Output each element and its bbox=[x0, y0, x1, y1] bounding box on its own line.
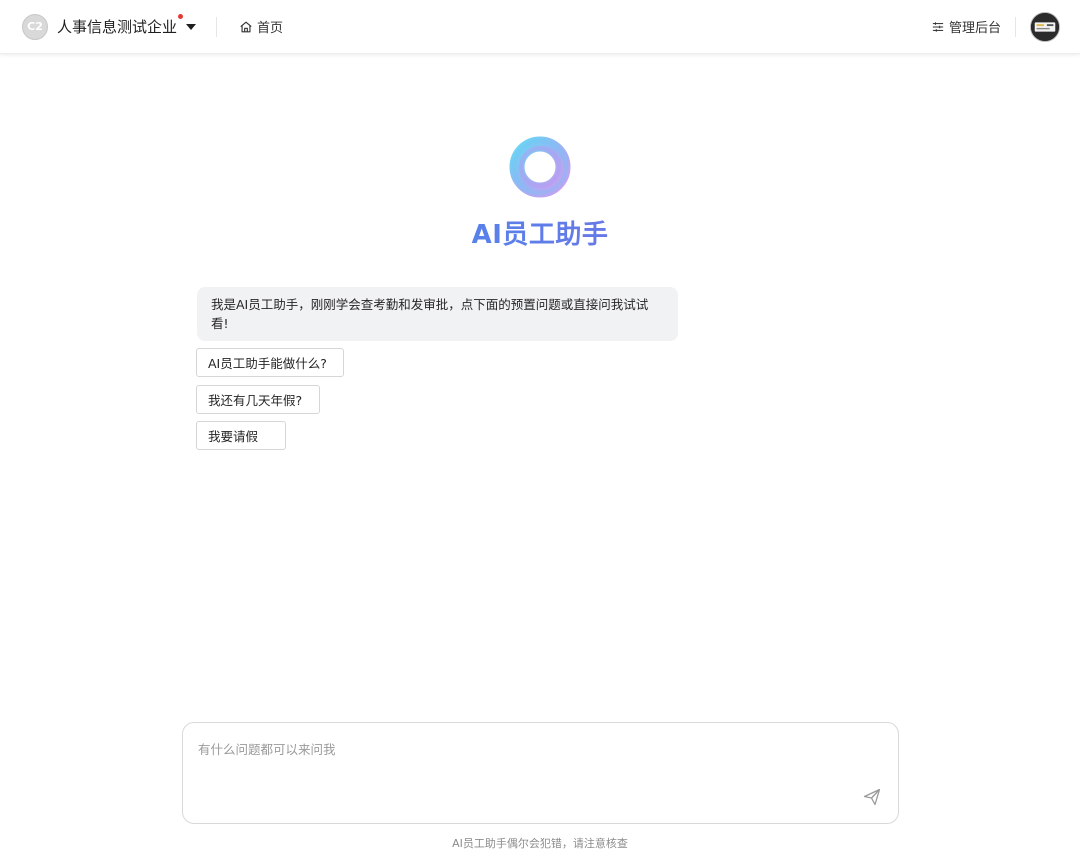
home-icon bbox=[240, 21, 252, 32]
ring-logo-icon bbox=[509, 136, 571, 198]
admin-label: 管理后台 bbox=[948, 21, 1001, 36]
send-icon[interactable] bbox=[862, 787, 882, 807]
header-divider-right bbox=[1015, 16, 1016, 37]
suggestion-request-leave[interactable]: 我要请假 bbox=[196, 421, 286, 450]
app-root: C2 人事信息测试企业 首页 管理后台 AI员工助手 我是AI员工助手，刚刚学会… bbox=[0, 0, 1080, 850]
caret-down-icon[interactable] bbox=[186, 23, 197, 30]
suggestion-what-can-you-do[interactable]: AI员工助手能做什么? bbox=[196, 348, 344, 377]
assistant-greeting-message: 我是AI员工助手，刚刚学会查考勤和发审批，点下面的预置问题或直接问我试试看! bbox=[197, 287, 678, 341]
admin-console-link[interactable]: 管理后台 bbox=[932, 17, 1001, 36]
notification-dot bbox=[178, 14, 184, 19]
user-avatar[interactable] bbox=[1030, 11, 1060, 42]
org-name: 人事信息测试企业 bbox=[57, 14, 184, 37]
header-divider bbox=[216, 16, 218, 37]
org-name-label: 人事信息测试企业 bbox=[57, 18, 178, 36]
avatar-image bbox=[1031, 12, 1059, 41]
org-logo-icon: C2 bbox=[22, 13, 48, 40]
chat-input-box bbox=[182, 722, 899, 824]
home-link[interactable]: 首页 bbox=[239, 17, 283, 36]
chat-input[interactable] bbox=[183, 723, 898, 823]
top-header: C2 人事信息测试企业 首页 管理后台 bbox=[0, 0, 1080, 54]
disclaimer-text: AI员工助手偶尔会犯错，请注意核查 bbox=[452, 837, 628, 850]
sliders-icon bbox=[932, 21, 944, 32]
assistant-title: AI员工助手 bbox=[0, 214, 1080, 251]
home-label: 首页 bbox=[257, 21, 284, 36]
org-switcher[interactable]: C2 人事信息测试企业 bbox=[22, 13, 197, 40]
suggestion-annual-leave-balance[interactable]: 我还有几天年假? bbox=[196, 385, 320, 414]
